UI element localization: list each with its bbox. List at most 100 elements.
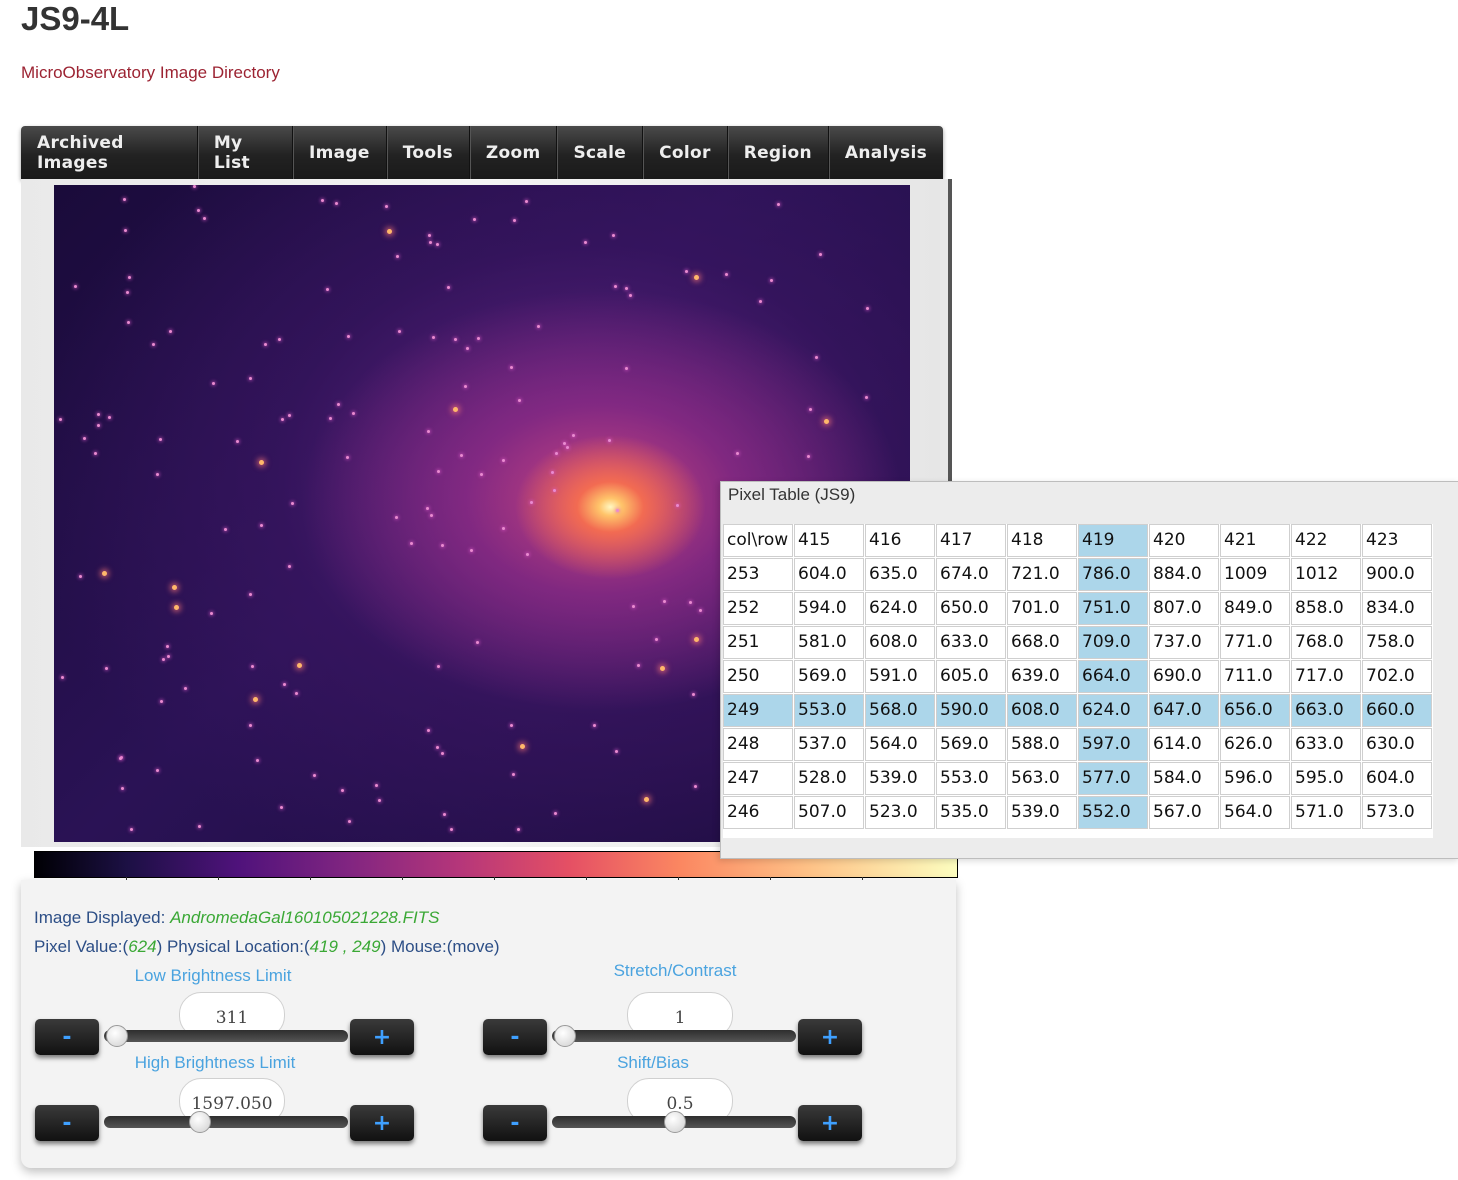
menu-color[interactable]: Color [643,126,728,179]
stretch-contrast-plus-button[interactable]: + [798,1019,862,1055]
star-point [692,693,695,696]
star-point [432,336,435,339]
star-point [121,787,124,790]
low-brightness-plus-button[interactable]: + [350,1019,414,1055]
star-point [512,773,515,776]
menu-zoom[interactable]: Zoom [470,126,558,179]
star-point [625,287,628,290]
shift-bias-minus-button[interactable]: - [483,1105,547,1141]
star-point [476,641,479,644]
high-brightness-slider-handle[interactable] [189,1111,212,1133]
star-point [59,418,62,421]
star-point [807,455,810,458]
star-point [517,828,520,831]
star-point [436,746,439,749]
star-point [295,692,298,695]
star-point [128,276,131,279]
table-cell: 633.0 [1291,728,1361,761]
table-header-cell: col\row [723,524,793,557]
star-point [443,813,446,816]
table-header-cell: 418 [1007,524,1077,557]
star-point [251,665,254,668]
star-point [102,571,107,576]
table-cell: 656.0 [1220,694,1290,727]
star-point [470,549,473,552]
table-header-cell: 420 [1149,524,1219,557]
image-filename: AndromedaGal160105021228.FITS [170,908,440,927]
star-point [480,473,483,476]
stretch-contrast-track[interactable] [552,1030,796,1042]
menu-archived-images[interactable]: Archived Images [21,126,198,179]
table-cell: 528.0 [794,762,864,795]
high-brightness-track[interactable] [104,1116,348,1128]
low-brightness-track[interactable] [104,1030,348,1042]
table-cell: 650.0 [936,592,1006,625]
table-cell: 660.0 [1362,694,1432,727]
star-point [759,300,762,303]
table-cell: 569.0 [794,660,864,693]
table-cell: 849.0 [1220,592,1290,625]
menu-image[interactable]: Image [293,126,387,179]
low-brightness-minus-button[interactable]: - [35,1019,99,1055]
table-cell: 584.0 [1149,762,1219,795]
table-cell: 537.0 [794,728,864,761]
star-point [593,724,596,727]
table-header-cell: 423 [1362,524,1432,557]
table-cell: 568.0 [865,694,935,727]
star-point [378,799,381,802]
star-point [566,446,569,449]
table-cell: 252 [723,592,793,625]
star-point [426,507,429,510]
menu-my-list[interactable]: My List [198,126,293,179]
star-point [554,812,557,815]
table-cell: 624.0 [1078,694,1148,727]
menu-analysis[interactable]: Analysis [829,126,943,179]
star-point [615,750,618,753]
star-point [352,412,355,415]
star-point [385,205,388,208]
star-point [156,473,159,476]
star-point [193,185,196,188]
star-point [502,459,505,462]
star-point [337,403,340,406]
star-point [398,330,401,333]
mouse-mode-text: ) Mouse:(move) [380,937,500,956]
star-point [74,285,77,288]
pixel-table-window[interactable]: Pixel Table (JS9) col\row 415 416 417 418 419… [720,481,1458,859]
table-cell: 663.0 [1291,694,1361,727]
star-point [608,439,611,442]
star-point [256,759,259,762]
star-point [264,343,267,346]
star-point [819,253,822,256]
star-point [249,593,252,596]
table-cell: 858.0 [1291,592,1361,625]
star-point [341,789,344,792]
table-cell: 605.0 [936,660,1006,693]
star-point [510,366,513,369]
star-point [460,454,463,457]
shift-bias-slider-handle[interactable] [664,1111,686,1133]
directory-link[interactable]: MicroObservatory Image Directory [21,63,280,83]
star-point [865,396,868,399]
high-brightness-minus-button[interactable]: - [35,1105,99,1141]
menu-region[interactable]: Region [728,126,829,179]
star-point [278,338,281,341]
menu-scale[interactable]: Scale [557,126,644,179]
stretch-contrast-minus-button[interactable]: - [483,1019,547,1055]
physical-location-label: ) Physical Location:( [156,937,310,956]
star-point [699,609,702,612]
star-point [725,273,728,276]
shift-bias-label: Shift/Bias [617,1053,689,1072]
menu-tools[interactable]: Tools [387,126,470,179]
table-cell: 539.0 [1007,796,1077,829]
menubar: Archived Images My List Image Tools Zoom… [21,126,943,179]
high-brightness-plus-button[interactable]: + [350,1105,414,1141]
star-point [694,785,697,788]
star-point [436,243,439,246]
page-title: JS9-4L [21,0,130,37]
shift-bias-plus-button[interactable]: + [798,1105,862,1141]
star-point [637,664,640,667]
star-point [156,769,159,772]
table-cell: 590.0 [936,694,1006,727]
table-cell: 250 [723,660,793,693]
